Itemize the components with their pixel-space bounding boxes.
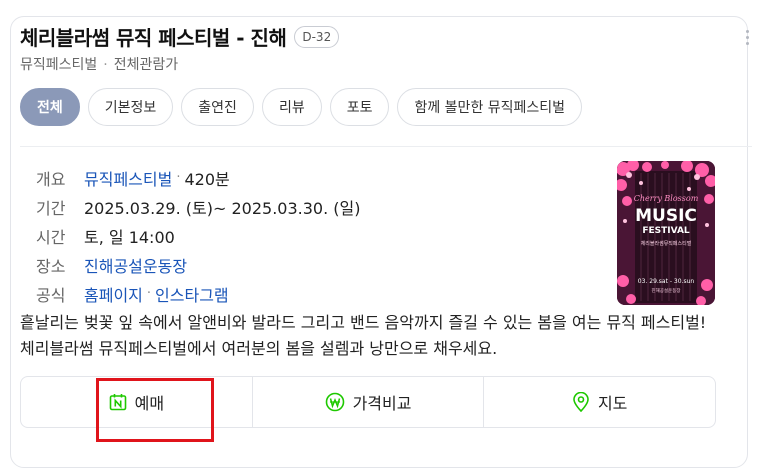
info-row-period: 기간 2025.03.29. (토)~ 2025.03.30. (일) bbox=[36, 192, 360, 221]
info-label: 기간 bbox=[36, 198, 66, 218]
title-row: 체리블라썸 뮤직 페스티벌 - 진해 D-32 bbox=[20, 22, 340, 51]
info-row-venue: 장소 진해공설운동장 bbox=[36, 250, 360, 279]
tab-basic-info[interactable]: 기본정보 bbox=[87, 88, 174, 126]
tab-photos[interactable]: 포토 bbox=[329, 88, 390, 126]
svg-text:MUSIC: MUSIC bbox=[635, 206, 697, 226]
info-label: 개요 bbox=[36, 169, 66, 189]
highlight-box bbox=[96, 378, 214, 442]
info-label: 공식 bbox=[36, 285, 66, 305]
svg-text:체리블라썸뮤직페스티벌: 체리블라썸뮤직페스티벌 bbox=[641, 240, 692, 247]
svg-text:03. 29.sat - 30.sun: 03. 29.sat - 30.sun bbox=[638, 278, 695, 285]
won-icon bbox=[325, 392, 344, 412]
map-pin-icon bbox=[573, 392, 589, 412]
venue-link[interactable]: 진해공설운동장 bbox=[84, 253, 187, 277]
info-row-official: 공식 홈페이지 · 인스타그램 bbox=[36, 279, 360, 308]
homepage-link[interactable]: 홈페이지 bbox=[84, 282, 143, 306]
event-title[interactable]: 체리블라썸 뮤직 페스티벌 - 진해 bbox=[20, 22, 287, 51]
price-compare-label: 가격비교 bbox=[352, 394, 412, 413]
dday-badge: D-32 bbox=[294, 25, 340, 48]
tab-all[interactable]: 전체 bbox=[20, 88, 80, 126]
tab-related[interactable]: 함께 볼만한 뮤직페스티벌 bbox=[397, 88, 583, 126]
svg-text:Cherry Blossom: Cherry Blossom bbox=[634, 194, 699, 203]
map-label: 지도 bbox=[597, 394, 628, 413]
period-text: 2025.03.29. (토)~ 2025.03.30. (일) bbox=[84, 198, 361, 218]
price-compare-button[interactable]: 가격비교 bbox=[251, 377, 484, 427]
duration-text: 420분 bbox=[184, 169, 230, 189]
info-row-overview: 개요 뮤직페스티벌 · 420분 bbox=[36, 163, 360, 192]
svg-text:진해공설운동장: 진해공설운동장 bbox=[652, 287, 681, 294]
map-button[interactable]: 지도 bbox=[483, 377, 715, 427]
more-options-icon[interactable] bbox=[746, 30, 750, 48]
tab-bar: 전체 기본정보 출연진 리뷰 포토 함께 볼만한 뮤직페스티벌 bbox=[20, 88, 583, 126]
svg-text:FESTIVAL: FESTIVAL bbox=[642, 226, 690, 236]
info-label: 시간 bbox=[36, 227, 66, 247]
poster-image: Cherry Blossom MUSIC FESTIVAL 체리블라썸뮤직페스티… bbox=[617, 161, 715, 305]
tab-cast[interactable]: 출연진 bbox=[181, 88, 254, 126]
tab-reviews[interactable]: 리뷰 bbox=[261, 88, 322, 126]
rating-text: 전체관람가 bbox=[113, 57, 179, 73]
event-poster[interactable]: Cherry Blossom MUSIC FESTIVAL 체리블라썸뮤직페스티… bbox=[617, 161, 715, 305]
category-text: 뮤직페스티벌 bbox=[20, 57, 98, 73]
event-subtitle: 뮤직페스티벌 · 전체관람가 bbox=[20, 57, 179, 73]
instagram-link[interactable]: 인스타그램 bbox=[155, 282, 229, 306]
info-row-time: 시간 토, 일 14:00 bbox=[36, 221, 360, 250]
info-list: 개요 뮤직페스티벌 · 420분 기간 2025.03.29. (토)~ 202… bbox=[36, 163, 360, 308]
event-description: 흩날리는 벚꽃 잎 속에서 알앤비와 발라드 그리고 밴드 음악까지 즐길 수 … bbox=[20, 313, 707, 358]
genre-link[interactable]: 뮤직페스티벌 bbox=[84, 166, 172, 190]
divider bbox=[20, 146, 752, 147]
time-text: 토, 일 14:00 bbox=[84, 227, 175, 247]
info-label: 장소 bbox=[36, 256, 66, 276]
